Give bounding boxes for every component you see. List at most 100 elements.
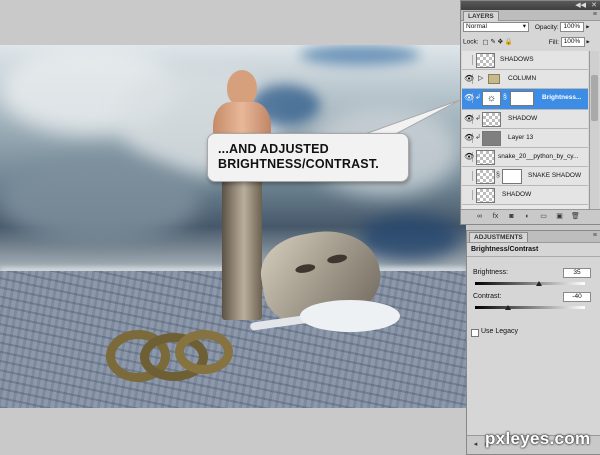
layer-row[interactable]: 👁 snake_20__python_by_cy... [462, 148, 588, 167]
statue-eye [326, 253, 348, 265]
panel-menu-icon[interactable]: ≡ [593, 10, 597, 20]
layers-footer: ∞ fx ◙ ◐ ▭ ▣ 🗑 [461, 209, 600, 224]
new-layer-icon[interactable]: ▣ [555, 213, 564, 221]
expand-triangle-icon[interactable]: ▷ [478, 74, 483, 84]
sky-patch [360, 215, 460, 260]
layers-scrollbar[interactable] [589, 51, 599, 209]
eye-icon[interactable]: 👁 [464, 152, 474, 162]
layer-row[interactable]: § SNAKE SHADOW [462, 167, 588, 186]
panel-menu-icon[interactable]: ≡ [593, 231, 597, 241]
blend-mode-select[interactable]: Normal ▾ [463, 22, 529, 32]
lock-row: Lock: ▢ ✎ ✥ 🔒 Fill: 100% ▸ [463, 37, 590, 48]
use-legacy-label: Use Legacy [481, 328, 518, 335]
fill-label: Fill: [548, 38, 559, 46]
opacity-label: Opacity: [534, 23, 559, 31]
chevron-right-icon[interactable]: ▸ [587, 39, 590, 46]
contrast-slider-knob[interactable] [505, 305, 511, 310]
layer-thumbnail [476, 169, 495, 184]
blend-mode-value: Normal [466, 23, 487, 30]
eye-icon[interactable] [464, 171, 473, 181]
brightness-slider-knob[interactable] [536, 281, 543, 286]
chevron-right-icon[interactable]: ▸ [586, 24, 589, 31]
tab-layers[interactable]: LAYERS [463, 11, 499, 21]
eye-icon[interactable] [464, 55, 473, 65]
eye-icon[interactable]: 👁 [464, 74, 474, 84]
brightness-field[interactable]: 35 [563, 268, 591, 278]
use-legacy-checkbox[interactable] [471, 329, 479, 337]
tab-adjustments[interactable]: ADJUSTMENTS [469, 232, 528, 242]
panel-titlebar[interactable]: ◀◀ ✕ [461, 1, 600, 10]
layer-row-selected[interactable]: 👁 ↲ ☼ § Brightness... [462, 89, 588, 110]
eye-icon[interactable]: 👁 [464, 93, 474, 103]
statue-eye [294, 262, 316, 275]
layer-name: COLUMN [508, 75, 537, 82]
layer-thumbnail [482, 131, 501, 146]
lock-pixels-icon[interactable]: ✎ [490, 39, 495, 46]
layer-name: SHADOW [508, 115, 538, 122]
mask-thumbnail [510, 91, 534, 106]
layer-name: Layer 13 [508, 134, 534, 141]
scrollbar-thumb[interactable] [591, 75, 598, 121]
lock-label: Lock: [463, 38, 479, 46]
trash-icon[interactable]: 🗑 [571, 213, 580, 221]
chain-link-icon[interactable]: § [503, 93, 507, 103]
fx-icon[interactable]: fx [491, 213, 500, 221]
new-adjustment-icon[interactable]: ◐ [523, 213, 532, 221]
new-group-icon[interactable]: ▭ [539, 213, 548, 221]
chevron-down-icon: ▾ [522, 23, 526, 30]
lock-transparent-icon[interactable]: ▢ [482, 39, 488, 46]
swan [300, 300, 400, 332]
python-snake [175, 330, 233, 374]
layer-thumbnail [476, 53, 495, 68]
eye-icon[interactable]: 👁 [464, 133, 474, 143]
contrast-field[interactable]: -40 [563, 292, 591, 302]
lock-icon[interactable]: 🔒 [505, 39, 513, 46]
chain-link-icon[interactable]: § [496, 171, 500, 181]
contrast-slider[interactable] [475, 306, 585, 309]
brightness-label: Brightness: [473, 269, 509, 276]
layers-panel: ◀◀ ✕ LAYERS ≡ Normal ▾ Opacity: 100% ▸ Lo… [460, 0, 600, 225]
stone-column [222, 160, 262, 320]
layer-name: SHADOWS [500, 56, 534, 63]
layer-thumbnail [476, 188, 495, 203]
sky-patch [300, 45, 420, 65]
return-arrow-icon[interactable]: ◂ [471, 441, 480, 449]
clip-arrow-icon: ↲ [475, 115, 481, 122]
watermark: pxleyes.com [485, 429, 591, 448]
folder-icon [488, 74, 500, 84]
eye-icon[interactable]: 👁 [464, 114, 474, 124]
panel-tabs: ADJUSTMENTS ≡ [467, 231, 600, 243]
fill-field[interactable]: 100% [560, 37, 585, 47]
brightness-adjustment-icon: ☼ [482, 91, 501, 106]
opacity-field[interactable]: 100% [560, 22, 585, 32]
contrast-label: Contrast: [473, 293, 502, 300]
layer-thumbnail [482, 112, 501, 127]
brightness-slider[interactable] [475, 282, 585, 285]
layer-name: SHADOW [502, 191, 532, 198]
layer-row[interactable]: SHADOWS [462, 51, 588, 70]
callout-text: ...AND ADJUSTED BRIGHTNESS/CONTRAST. [218, 142, 379, 171]
blend-row: Normal ▾ Opacity: 100% ▸ [463, 22, 590, 33]
mask-icon[interactable]: ◙ [507, 213, 516, 221]
woman-head [227, 70, 257, 106]
layer-thumbnail [476, 150, 495, 165]
lock-position-icon[interactable]: ✥ [498, 39, 503, 46]
close-icon[interactable]: ✕ [591, 1, 597, 10]
layer-row[interactable]: 👁 ↲ SHADOW [462, 110, 588, 129]
link-layers-icon[interactable]: ∞ [475, 213, 484, 221]
eye-icon[interactable] [464, 190, 473, 200]
layer-row[interactable]: SHADOW [462, 186, 588, 205]
cloud [0, 155, 200, 245]
layer-list: SHADOWS 👁 ▷ COLUMN 👁 ↲ ☼ § Brightness...… [462, 51, 588, 209]
mask-thumbnail [502, 169, 522, 184]
layer-row[interactable]: 👁 ↲ Layer 13 [462, 129, 588, 148]
layer-name: Brightness... [542, 94, 582, 101]
clip-arrow-icon: ↲ [475, 94, 481, 101]
adjustment-title: Brightness/Contrast [471, 246, 539, 253]
layer-name: snake_20__python_by_cy... [498, 153, 579, 160]
divider [467, 256, 600, 257]
panel-tabs: LAYERS ≡ [461, 10, 600, 21]
clip-arrow-icon: ↲ [475, 134, 481, 141]
collapse-icon[interactable]: ◀◀ [575, 1, 586, 10]
layer-row[interactable]: 👁 ▷ COLUMN [462, 70, 588, 89]
